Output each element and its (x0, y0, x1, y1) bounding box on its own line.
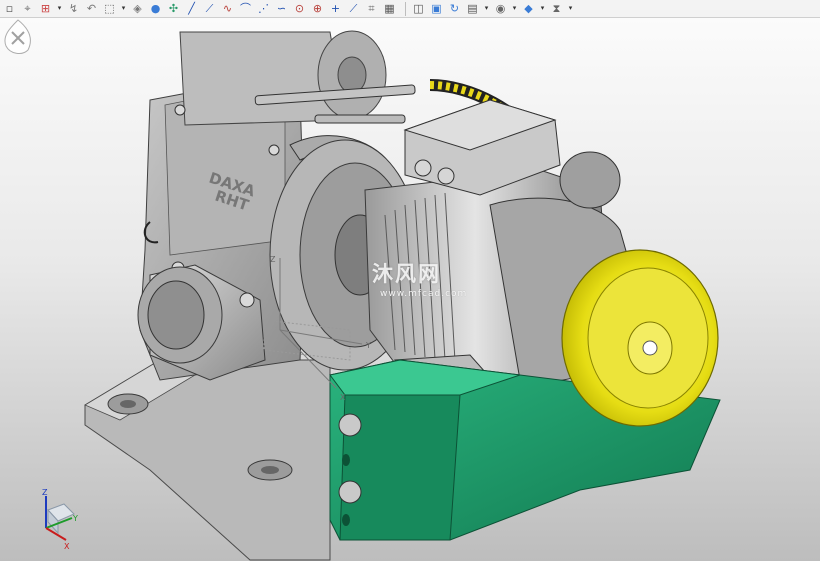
filter-view-icon[interactable]: ⧗ (549, 1, 564, 16)
line-draw-icon[interactable]: ⟋ (346, 1, 361, 16)
grid-icon[interactable]: ▦ (382, 1, 397, 16)
main-toolbar: ▫ ⌖ ⊞ ▾ ↯ ↶ ⬚ ▾ ◈ ● ✣ ╱ ⟋ ∿ ⌒ ⋰ ∽ ⊙ ⊕ + ⟋ ⌗ ▦ ◫ ▣ ↻ ▤ ▾ ◉ ▾ ◆ ▾ ⧗ ▾ (0, 0, 820, 18)
csys-label-z: Z (270, 255, 276, 264)
dropdown-icon[interactable]: ▾ (567, 1, 574, 16)
view-named-icon[interactable]: ▣ (429, 1, 444, 16)
dropdown-icon[interactable]: ▾ (56, 1, 63, 16)
dropdown-icon[interactable]: ▾ (539, 1, 546, 16)
measure-icon[interactable]: ⌗ (364, 1, 379, 16)
shaded-display-icon[interactable]: ● (148, 1, 163, 16)
triad-label-y: Y (72, 514, 78, 523)
rectangle-tool-icon[interactable]: ⬚ (102, 1, 117, 16)
plus-point-icon[interactable]: + (328, 1, 343, 16)
circle-center-icon[interactable]: ⊕ (310, 1, 325, 16)
render-style-icon[interactable]: ▤ (465, 1, 480, 16)
dropdown-icon[interactable]: ▾ (483, 1, 490, 16)
rotate-view-icon[interactable]: ↻ (447, 1, 462, 16)
graphics-viewport[interactable]: DAXA RHT Z Y X Z Y X 沐风网 www.mfcad.com (0, 18, 820, 561)
sketch-curve-icon[interactable]: ⋰ (256, 1, 271, 16)
line-tool-icon[interactable]: ╱ (184, 1, 199, 16)
circle-tool-icon[interactable]: ⊙ (292, 1, 307, 16)
triad-label-z: Z (42, 488, 48, 497)
polyline-tool-icon[interactable]: ⟋ (202, 1, 217, 16)
dropdown-icon[interactable]: ▾ (120, 1, 127, 16)
csys-label-y: Y (365, 341, 371, 350)
watermark-url: www.mfcad.com (380, 289, 468, 299)
camera-icon[interactable]: ◉ (493, 1, 508, 16)
fillet-tool-icon[interactable]: ⌒ (238, 1, 253, 16)
handwheel (561, 249, 719, 427)
watermark-text: 沐风网 (372, 262, 441, 286)
triad-label-x: X (64, 542, 70, 551)
spline-tool-icon[interactable]: ∿ (220, 1, 235, 16)
csys-label-x: X (340, 393, 346, 402)
watermark-logo (4, 19, 31, 54)
solid-display-icon[interactable]: ◈ (130, 1, 145, 16)
curve-tool-icon[interactable]: ↯ (66, 1, 81, 16)
select-filter-icon[interactable]: ▫ (2, 1, 17, 16)
toolbar-separator (405, 1, 406, 16)
create-datum-icon[interactable]: ⊞ (38, 1, 53, 16)
point-tool-icon[interactable]: ✣ (166, 1, 181, 16)
view-triad (45, 496, 75, 541)
cube-view-icon[interactable]: ◆ (521, 1, 536, 16)
view-orient-icon[interactable]: ◫ (411, 1, 426, 16)
curve-offset-icon[interactable]: ∽ (274, 1, 289, 16)
arc-tool-icon[interactable]: ↶ (84, 1, 99, 16)
gearbox-base (84, 359, 331, 561)
snap-icon[interactable]: ⌖ (20, 1, 35, 16)
dropdown-icon[interactable]: ▾ (511, 1, 518, 16)
